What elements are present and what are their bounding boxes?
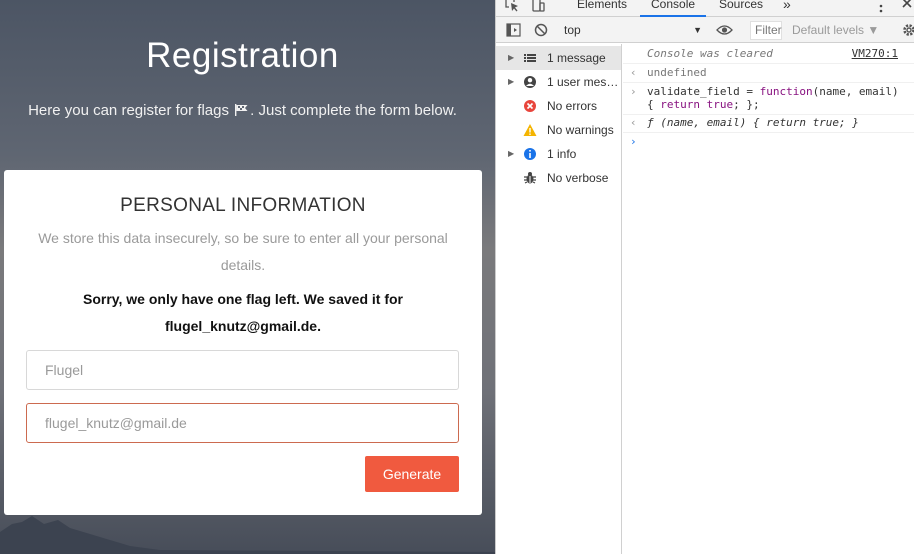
registration-card: PERSONAL INFORMATION We store this data … [4,170,482,515]
context-value: top [564,23,581,37]
console-result-undefined: ‹ undefined [623,66,914,83]
code-return: return [660,98,700,111]
input-arrow-icon: › [630,85,637,98]
clear-console-icon[interactable] [534,23,548,37]
card-description: We store this data insecurely, so be sur… [38,230,448,273]
sidebar-item-label: 1 message [547,51,606,65]
log-levels-dropdown[interactable]: Default levels ▼ [792,21,879,39]
result-arrow-icon: ‹ [630,66,637,79]
page-subtitle: Here you can register for flags . Just c… [0,102,485,119]
console-toolbar: top ▼ Filter Default levels ▼ [496,17,914,43]
devtools-tab-bar: Elements Console Sources » [496,0,914,17]
result-arrow-icon: ‹ [630,116,637,129]
console-result-function: ‹ ƒ (name, email) { return true; } [623,116,914,133]
prompt-caret-icon: › [630,135,637,148]
warning-icon [523,124,537,136]
context-selector[interactable]: top ▼ [564,21,704,39]
sidebar-item-verbose[interactable]: No verbose [496,166,621,190]
sidebar-item-label: No warnings [547,123,614,137]
tab-elements[interactable]: Elements [577,0,627,17]
console-message-cleared: Console was cleared VM270:1 [623,47,914,64]
flag-icon [235,104,248,116]
tab-console[interactable]: Console [640,0,707,17]
code-brace-close: ; }; [733,98,760,111]
info-icon [524,148,536,160]
sidebar-item-label: 1 info [547,147,577,161]
console-message-text: Console was cleared [647,47,773,60]
kebab-menu-icon[interactable] [878,1,884,15]
eye-icon[interactable] [716,24,733,36]
console-sidebar: ▶ 1 message ▶ 1 user mes… No errors No w… [496,44,622,554]
sidebar-item-label: No errors [547,99,598,113]
list-icon [524,54,536,62]
sidebar-item-label: 1 user mes… [547,75,619,89]
devtools-panel: Elements Console Sources » top ▼ Filter [495,0,914,554]
inspect-element-icon[interactable] [505,0,519,12]
card-heading: PERSONAL INFORMATION [120,195,366,216]
code-brace: { [647,98,661,111]
sidebar-item-info[interactable]: ▶ 1 info [496,142,621,166]
bug-icon [524,172,536,184]
gear-icon[interactable] [902,23,914,37]
flag-alert-message: Sorry, we only have one flag left. We sa… [82,291,403,334]
sidebar-item-errors[interactable]: No errors [496,94,621,118]
subtitle-text-start: Here you can register for flags [28,102,229,119]
error-icon [524,100,536,112]
console-result-text: undefined [647,66,707,79]
subtitle-text-end: . Just complete the form below. [250,102,457,119]
expand-triangle-icon: ▶ [508,77,515,86]
chevron-down-icon: ▼ [693,25,702,35]
device-toolbar-icon[interactable] [531,0,545,12]
console-input-code: validate_field = function(name, email) {… [647,85,913,111]
filter-input[interactable]: Filter [750,21,782,40]
generate-button[interactable]: Generate [365,456,459,492]
console-prompt[interactable]: › [623,135,914,152]
console-output: Console was cleared VM270:1 ‹ undefined … [623,44,914,554]
email-field[interactable] [26,403,459,443]
registration-page: Registration Here you can register for f… [0,0,495,554]
code-keyword: function [759,85,813,98]
sidebar-item-warnings[interactable]: No warnings [496,118,621,142]
code-true: true [706,98,734,111]
more-tabs-button[interactable]: » [783,0,791,17]
code-variable: validate_field [647,85,740,98]
expand-triangle-icon: ▶ [508,149,515,158]
sidebar-item-user-messages[interactable]: ▶ 1 user mes… [496,70,621,94]
show-sidebar-icon[interactable] [506,23,521,37]
code-operator: = [739,85,760,98]
sidebar-item-label: No verbose [547,171,609,185]
close-icon[interactable] [901,0,913,9]
expand-triangle-icon: ▶ [508,53,515,62]
console-result-text: ƒ (name, email) { return true; } [647,116,859,129]
page-title: Registration [146,36,339,75]
code-args: (name, email) [812,85,899,98]
name-field[interactable] [26,350,459,390]
source-link[interactable]: VM270:1 [852,47,898,60]
user-icon [524,76,536,88]
sidebar-item-messages[interactable]: ▶ 1 message [496,46,621,70]
tab-sources[interactable]: Sources [719,0,763,17]
console-input-entry: › validate_field = function(name, email)… [623,85,914,115]
